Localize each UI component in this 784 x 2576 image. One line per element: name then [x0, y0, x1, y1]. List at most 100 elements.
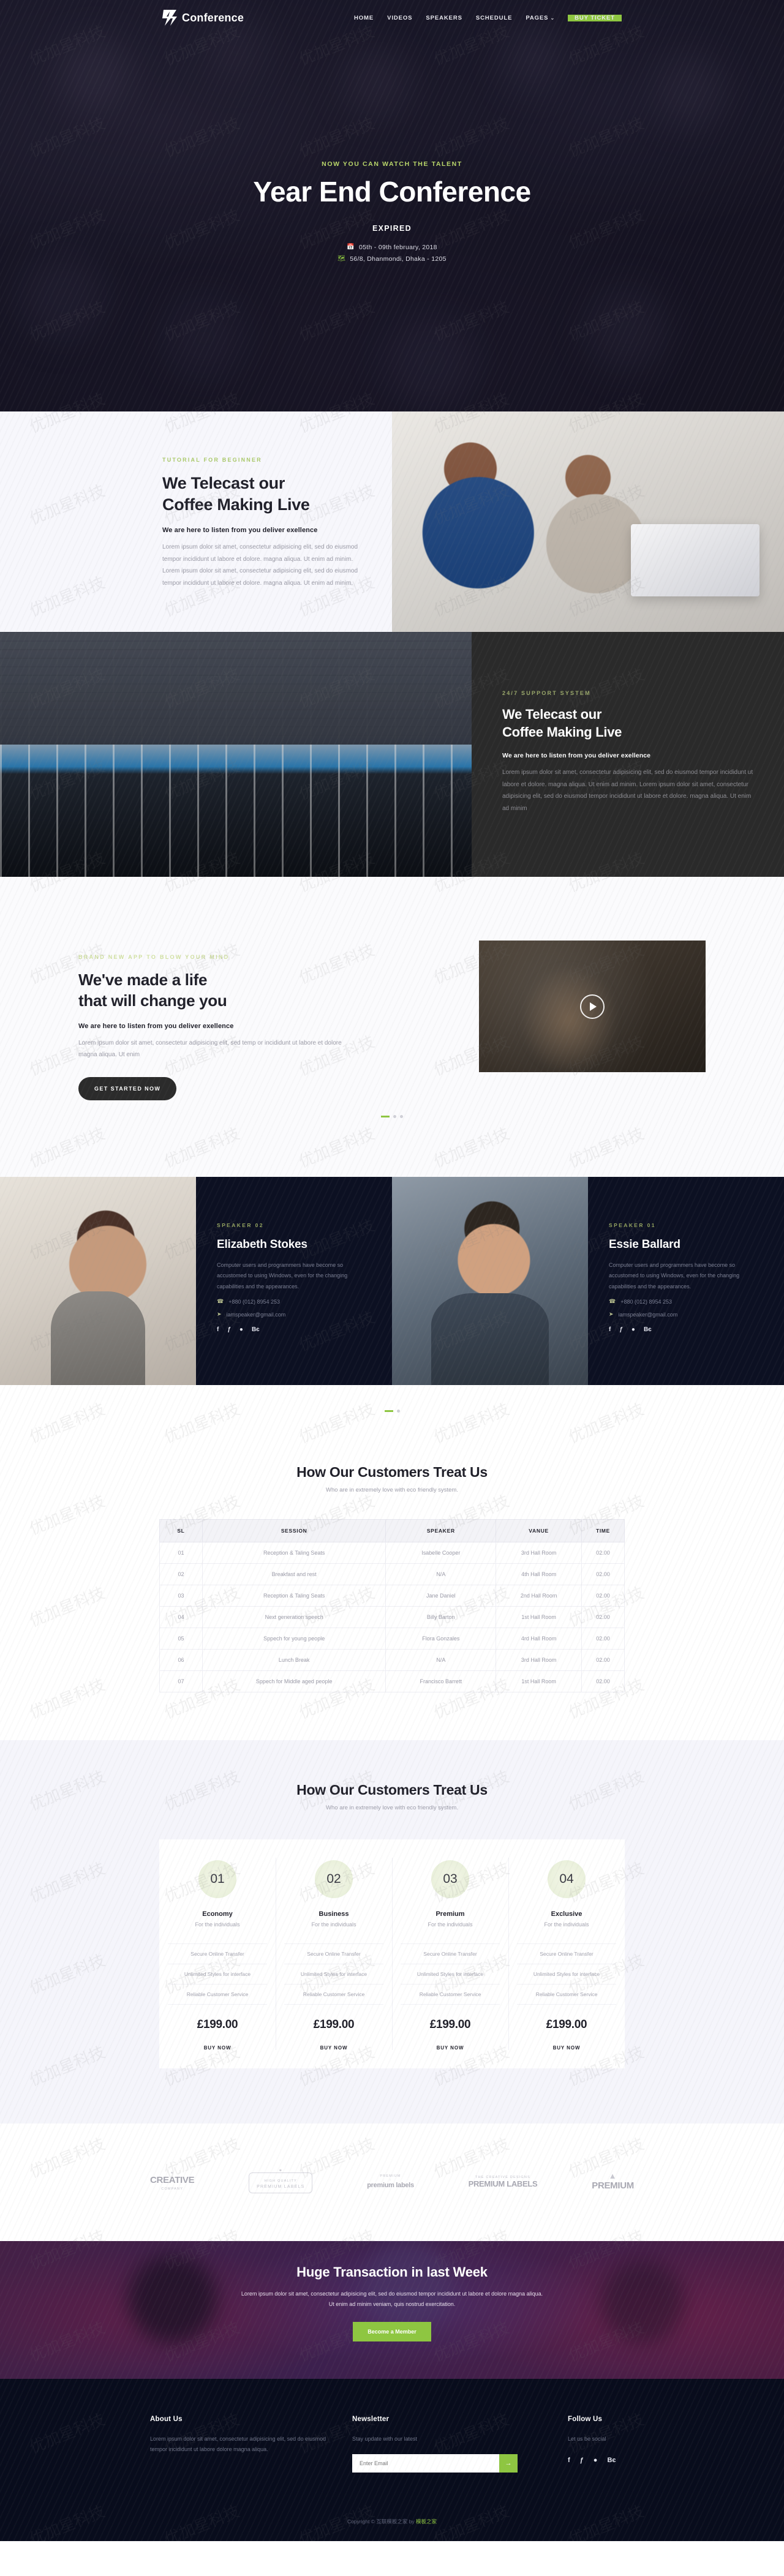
video-carousel-dots[interactable] [0, 1114, 784, 1118]
table-cell: 02.00 [581, 1584, 625, 1607]
speaker-1-phone-row: ☎ +880 (012) 8954 253 [217, 1298, 371, 1305]
dribbble-icon[interactable]: ● [631, 1326, 635, 1333]
pricing-number-badge: 01 [198, 1860, 236, 1898]
brand-2-tiny: ♚ [279, 2168, 283, 2172]
nav-item-videos[interactable]: VIDEOS [380, 15, 419, 21]
carousel-dot[interactable] [396, 1409, 400, 1413]
pricing-features: Secure Online Transfer Unlimited Styles f… [168, 1943, 267, 2005]
brand-2-box: HIGH QUALITY PREMIUM LABELS [249, 2172, 313, 2193]
pricing-feature: Secure Online Transfer [168, 1943, 267, 1964]
telecast-dark-title: We Telecast our Coffee Making Live [502, 706, 755, 741]
nav-item-pages[interactable]: PAGES [519, 15, 562, 21]
buy-now-button[interactable]: BUY NOW [437, 2045, 464, 2051]
table-cell: 02.00 [581, 1563, 625, 1585]
get-started-button[interactable]: GET STARTED NOW [78, 1076, 177, 1100]
table-cell: 04 [159, 1605, 203, 1628]
col-session: SESSION [202, 1519, 386, 1542]
speaker-1-email: iamspeaker@gmail.com [226, 1311, 286, 1318]
table-cell: 3rd Hall Room [496, 1541, 582, 1564]
brand-logo[interactable]: Conference [162, 10, 244, 26]
footer-newsletter: Newsletter Stay update with our latest → [352, 2416, 536, 2473]
nav-item-speakers[interactable]: SPEAKERS [419, 15, 469, 21]
twitter-icon[interactable]: ƒ [227, 1326, 231, 1333]
nav-item-schedule[interactable]: SCHEDULE [469, 15, 519, 21]
table-row: 02 Breakfast and rest N/A 4th Hall Room 02.0… [159, 1563, 625, 1585]
facebook-icon[interactable]: f [568, 2457, 570, 2464]
hero-location-row: 🗺 56/8, Dhanmondi, Dhaka - 1205 [0, 255, 784, 263]
carousel-dot-active[interactable] [381, 1115, 390, 1117]
buy-now-button[interactable]: BUY NOW [320, 2045, 348, 2051]
schedule-table-head: SL SESSION SPEAKER VANUE TIME [159, 1519, 625, 1542]
dribbble-icon[interactable]: ● [594, 2457, 598, 2464]
hero-status-badge: EXPIRED [372, 223, 412, 233]
life-text: BRAND NEW APP TO BLOW YOUR MIND We've ma… [78, 941, 385, 1100]
footer-newsletter-text: Stay update with our latest [352, 2435, 418, 2442]
twitter-icon[interactable]: ƒ [619, 1326, 623, 1333]
send-icon: ➤ [609, 1311, 614, 1318]
pricing-number-badge: 03 [431, 1860, 469, 1898]
hero-section: Conference HOME VIDEOS SPEAKERS SCHEDULE… [0, 0, 784, 411]
pricing-cards: 01 Economy For the individuals Secure Onlin… [159, 1839, 625, 2068]
newsletter-email-input[interactable] [352, 2454, 499, 2473]
carousel-dot[interactable] [400, 1114, 403, 1118]
speakers-section: SPEAKER 02 Elizabeth Stokes Computer use… [0, 1176, 784, 1385]
facebook-icon[interactable]: f [609, 1326, 611, 1333]
facebook-icon[interactable]: f [217, 1326, 219, 1333]
hero-date: 05th - 09th february, 2018 [358, 243, 437, 251]
behance-icon[interactable]: Bє [644, 1326, 652, 1333]
table-cell: Reception & Taling Seats [202, 1584, 386, 1607]
life-title-l1: We've made a life [78, 971, 208, 989]
behance-icon[interactable]: Bє [252, 1326, 260, 1333]
brand-logo-2: ♚ HIGH QUALITY PREMIUM LABELS [249, 2168, 313, 2193]
pricing-feature: Unlimited Styles for interface [401, 1963, 500, 1984]
pricing-card: 03 Premium For the individuals Secure Onlin… [392, 1839, 508, 2068]
telecast-light-image [392, 411, 784, 632]
main-navigation: Conference HOME VIDEOS SPEAKERS SCHEDULE… [0, 0, 784, 36]
buy-now-button[interactable]: BUY NOW [204, 2045, 232, 2051]
table-cell: 02.00 [581, 1648, 625, 1671]
twitter-icon[interactable]: ƒ [580, 2457, 584, 2464]
play-icon[interactable] [580, 994, 605, 1019]
brands-section: ★ CREATIVE COMPANY ♚ HIGH QUALITY PREMIU… [0, 2123, 784, 2241]
send-icon: ➤ [217, 1311, 222, 1318]
carousel-dot-active[interactable] [384, 1410, 393, 1412]
life-kicker: BRAND NEW APP TO BLOW YOUR MIND [78, 954, 230, 960]
footer-follow-title: Follow Us [568, 2415, 603, 2423]
cta-content: Huge Transaction in last Week Lorem ipsu… [0, 2241, 784, 2341]
telecast-light-text: TUTORIAL FOR BEGINNER We Telecast our Co… [0, 411, 392, 632]
video-player[interactable] [479, 941, 706, 1072]
behance-icon[interactable]: Bє [607, 2457, 616, 2464]
brand-logo-4: THE CREATIVE DESIGNS PREMIUM LABELS [469, 2174, 538, 2188]
pricing-price: £199.00 [429, 2018, 471, 2031]
speakers-carousel-dots[interactable] [0, 1409, 784, 1413]
nav-item-home[interactable]: HOME [347, 15, 380, 21]
become-member-button[interactable]: Become a Member [353, 2321, 431, 2341]
schedule-section: How Our Customers Treat Us Who are in ex… [0, 1423, 784, 1740]
col-speaker: SPEAKER [385, 1519, 497, 1542]
table-cell: 01 [159, 1541, 203, 1564]
speaker-2-social: f ƒ ● Bє [609, 1326, 763, 1333]
brand-logo-1: ★ CREATIVE COMPANY [150, 2171, 195, 2191]
pricing-feature: Reliable Customer Service [168, 1983, 267, 2005]
table-cell: 02 [159, 1563, 203, 1585]
telecast-dark-section: 24/7 SUPPORT SYSTEM We Telecast our Coff… [0, 632, 784, 877]
speaker-1-name: Elizabeth Stokes [217, 1237, 307, 1251]
pricing-subtitle: Who are in extremely love with eco frien… [326, 1804, 458, 1811]
cta-title: Huge Transaction in last Week [296, 2264, 488, 2280]
cta-paragraph-l2: Ut enim ad minim veniam, quis nostrud ex… [328, 2300, 456, 2307]
carousel-dot[interactable] [393, 1114, 396, 1118]
buy-ticket-button[interactable]: BUY TICKET [568, 14, 622, 21]
pricing-plan-name: Premium [435, 1910, 465, 1918]
map-icon: 🗺 [337, 255, 346, 263]
table-cell: Sppech for young people [202, 1627, 386, 1650]
speaker-card-2: SPEAKER 01 Essie Ballard Computer users … [588, 1176, 784, 1385]
pricing-feature: Reliable Customer Service [284, 1983, 383, 2005]
pricing-features: Secure Online Transfer Unlimited Styles f… [401, 1943, 500, 2005]
dribbble-icon[interactable]: ● [239, 1326, 243, 1333]
buy-now-button[interactable]: BUY NOW [553, 2045, 581, 2051]
lightning-logo-icon [162, 10, 177, 26]
newsletter-submit-button[interactable]: → [499, 2454, 518, 2473]
telecast-dark-title-l1: We Telecast our [502, 707, 602, 722]
pricing-number-badge: 02 [315, 1860, 353, 1898]
copyright-link[interactable]: 模板之家 [416, 2518, 437, 2525]
